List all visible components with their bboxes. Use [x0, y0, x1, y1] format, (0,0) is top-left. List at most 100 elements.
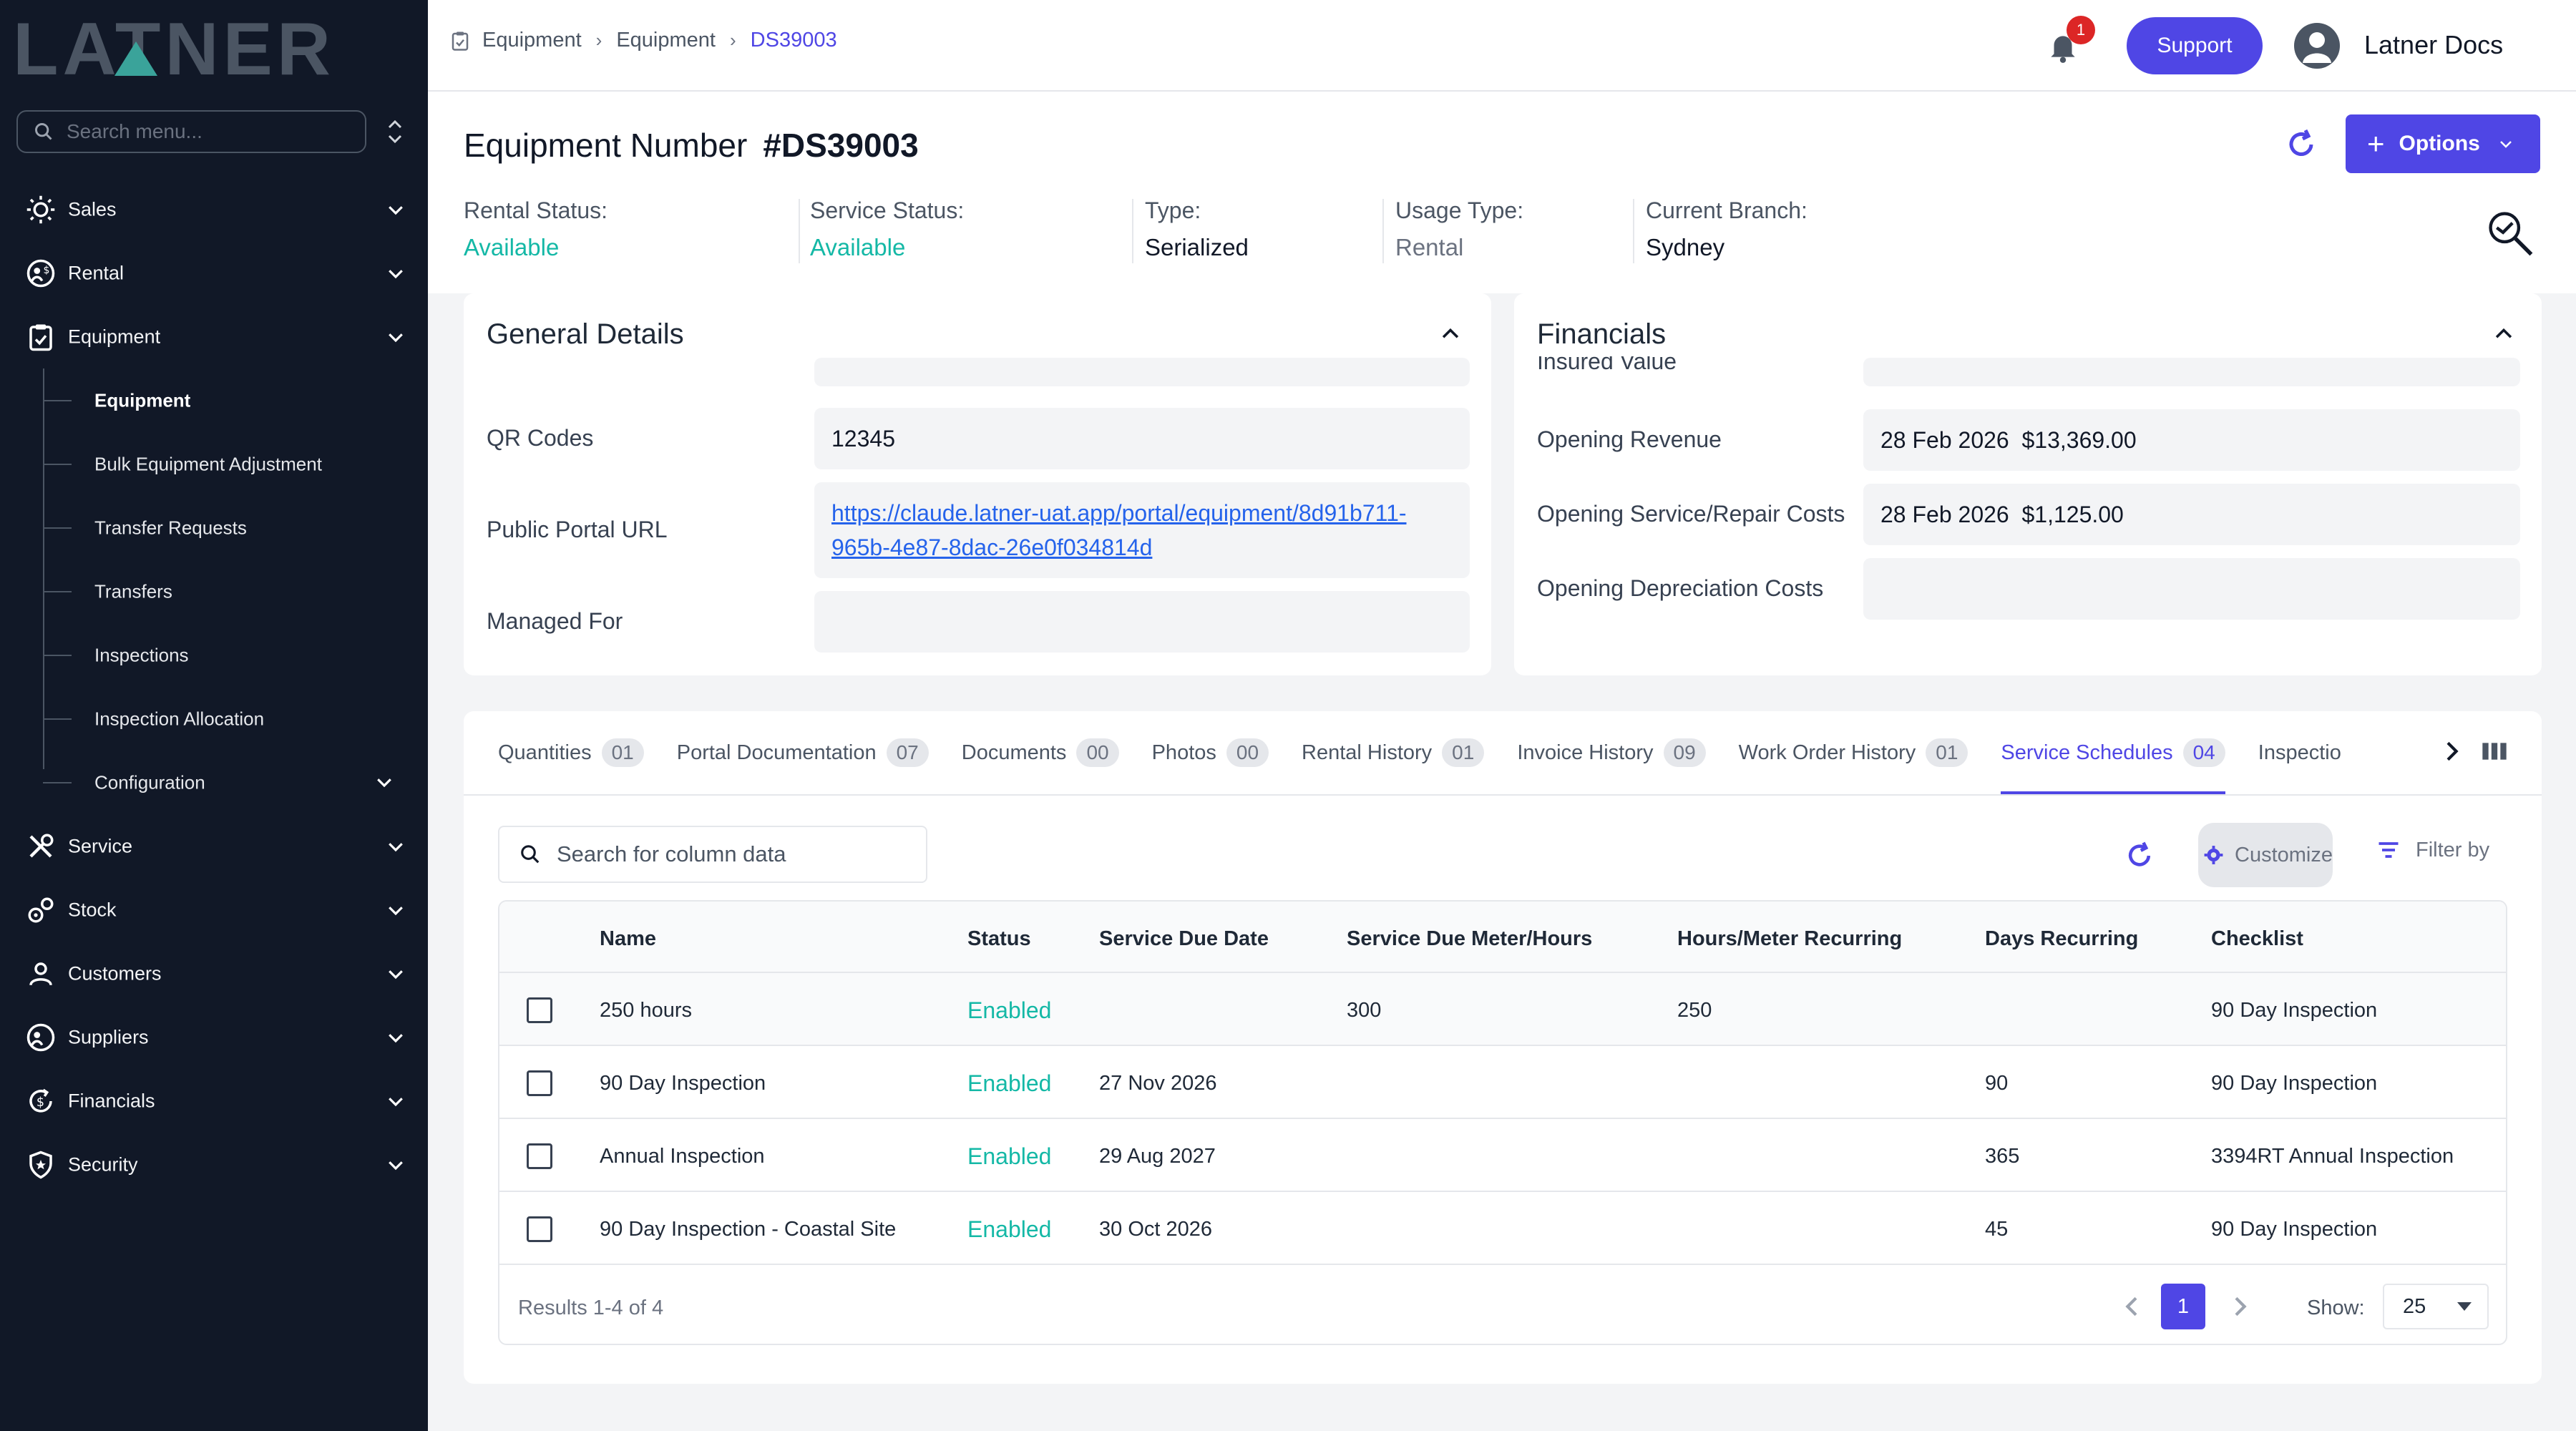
column-header[interactable]: Hours/Meter Recurring: [1677, 927, 1902, 951]
chevron-up-icon[interactable]: [2492, 322, 2516, 346]
chevron-right-icon[interactable]: [2437, 737, 2466, 766]
page-button-current[interactable]: 1: [2161, 1284, 2205, 1329]
columns-icon[interactable]: [2480, 737, 2509, 766]
results-count: Results 1-4 of 4: [518, 1296, 664, 1319]
chevron-right-icon[interactable]: [2225, 1292, 2254, 1321]
column-header[interactable]: Status: [967, 927, 1031, 951]
status-label: Usage Type:: [1395, 197, 1524, 223]
tab-documents[interactable]: Documents 00: [962, 711, 1119, 794]
managed-for-field[interactable]: [814, 591, 1470, 653]
clipboard-icon: [452, 31, 469, 51]
page-size-select[interactable]: 25: [2383, 1284, 2489, 1329]
chevron-down-icon: [2499, 141, 2512, 148]
sidebar-subitem-bulk-equipment-adjustment[interactable]: Bulk Equipment Adjustment: [0, 432, 428, 496]
table-row[interactable]: 90 Day Inspection Enabled 27 Nov 2026 90…: [499, 1046, 2506, 1119]
sidebar-item-rental[interactable]: $ Rental: [0, 241, 428, 305]
options-button[interactable]: + Options: [2346, 114, 2540, 173]
tab-label: Documents: [961, 741, 1067, 764]
service-schedules-table: Name Status Service Due Date Service Due…: [498, 900, 2507, 1345]
breadcrumb-current[interactable]: DS39003: [751, 29, 837, 52]
sidebar-item-suppliers[interactable]: Suppliers: [0, 1005, 428, 1069]
tab-count-badge: 00: [1226, 738, 1269, 767]
sidebar-subitem-configuration[interactable]: Configuration: [0, 751, 428, 814]
sales-icon: [26, 195, 55, 223]
opening-depreciation-costs-field[interactable]: [1863, 558, 2520, 620]
sidebar-item-stock[interactable]: Stock: [0, 878, 428, 942]
table-row[interactable]: 250 hours Enabled 300 250 90 Day Inspect…: [499, 973, 2506, 1046]
tab-portal-documentation[interactable]: Portal Documentation 07: [677, 711, 929, 794]
refresh-icon[interactable]: [2284, 127, 2318, 162]
sidebar-item-sales[interactable]: Sales: [0, 177, 428, 241]
table-row[interactable]: 90 Day Inspection - Coastal Site Enabled…: [499, 1192, 2506, 1265]
chevron-down-icon: [389, 906, 403, 915]
sidebar-item-financials[interactable]: $ Financials: [0, 1069, 428, 1133]
chevron-left-icon[interactable]: [2118, 1292, 2147, 1321]
chevron-up-icon[interactable]: [1438, 322, 1463, 346]
sidebar-item-customers[interactable]: Customers: [0, 942, 428, 1005]
tab-inspections[interactable]: Inspectio: [2258, 711, 2366, 794]
public-portal-url-link[interactable]: https://claude.latner-uat.app/portal/equ…: [831, 496, 1407, 565]
breadcrumb-item[interactable]: Equipment: [616, 29, 716, 52]
collapse-icon[interactable]: [384, 114, 406, 149]
sidebar-item-service[interactable]: Service: [0, 814, 428, 878]
sidebar-subitem-inspection-allocation[interactable]: Inspection Allocation: [0, 687, 428, 751]
avatar[interactable]: [2294, 23, 2340, 69]
table-row[interactable]: Annual Inspection Enabled 29 Aug 2027 36…: [499, 1119, 2506, 1192]
sidebar-subitem-transfer-requests[interactable]: Transfer Requests: [0, 496, 428, 560]
tab-quantities[interactable]: Quantities 01: [498, 711, 644, 794]
page-size-value: 25: [2403, 1294, 2426, 1318]
status-label: Rental Status:: [464, 197, 608, 223]
rental-status: Rental Status: Available: [464, 197, 608, 269]
opening-service-costs-field[interactable]: 28 Feb 2026 $1,125.00: [1863, 484, 2520, 545]
sidebar-item-label: Financials: [68, 1090, 155, 1111]
sidebar-item-equipment[interactable]: Equipment: [0, 305, 428, 368]
opening-service-costs-value: 28 Feb 2026 $1,125.00: [1880, 501, 2124, 527]
field-label: Managed For: [487, 608, 623, 634]
sidebar-item-security[interactable]: Security: [0, 1133, 428, 1196]
chevron-right-icon: ›: [595, 29, 602, 51]
equipment-number: #DS39003: [763, 127, 919, 164]
cell-status: Enabled: [967, 1216, 1052, 1242]
search-icon[interactable]: [2486, 209, 2536, 259]
qr-codes-field[interactable]: 12345: [814, 408, 1470, 469]
column-header[interactable]: Days Recurring: [1985, 927, 2138, 951]
tab-service-schedules[interactable]: Service Schedules 04: [2001, 711, 2226, 794]
status-value: Rental: [1395, 234, 1464, 260]
options-label: Options: [2399, 132, 2480, 155]
breadcrumb-item[interactable]: Equipment: [482, 29, 582, 52]
customize-button[interactable]: Customize: [2198, 823, 2333, 887]
column-header[interactable]: Service Due Date: [1099, 927, 1269, 951]
row-checkbox[interactable]: [527, 997, 552, 1023]
menu-search-placeholder: Search menu...: [67, 120, 203, 142]
column-header[interactable]: Name: [600, 927, 656, 951]
tab-photos[interactable]: Photos 00: [1152, 711, 1269, 794]
tab-invoice-history[interactable]: Invoice History 09: [1517, 711, 1706, 794]
column-search-input[interactable]: Search for column data: [498, 826, 927, 883]
field-label: QR Codes: [487, 425, 594, 451]
user-name[interactable]: Latner Docs: [2364, 30, 2503, 60]
column-header[interactable]: Service Due Meter/Hours: [1347, 927, 1592, 951]
sidebar-subitem-equipment[interactable]: Equipment: [0, 368, 428, 432]
refresh-icon[interactable]: [2124, 840, 2155, 871]
column-header[interactable]: Checklist: [2211, 927, 2303, 951]
latner-logo[interactable]: LATNER: [13, 13, 403, 84]
sidebar-subitem-label: Inspection Allocation: [94, 708, 265, 729]
sidebar-subitem-transfers[interactable]: Transfers: [0, 560, 428, 623]
row-checkbox[interactable]: [527, 1216, 552, 1242]
tab-rental-history[interactable]: Rental History 01: [1302, 711, 1485, 794]
chevron-down-icon: [389, 1033, 403, 1042]
opening-revenue-field[interactable]: 28 Feb 2026 $13,369.00: [1863, 409, 2520, 471]
service-schedules-panel: Quantities 01 Portal Documentation 07 Docu…: [464, 711, 2542, 1384]
chevron-down-icon: [389, 333, 403, 342]
support-button[interactable]: Support: [2127, 17, 2263, 74]
sidebar-subitem-inspections[interactable]: Inspections: [0, 623, 428, 687]
row-checkbox[interactable]: [527, 1070, 552, 1096]
stock-icon: [28, 897, 54, 922]
filter-button[interactable]: Filter by: [2376, 837, 2489, 863]
cell-name: Annual Inspection: [600, 1145, 765, 1168]
menu-search-input[interactable]: Search menu...: [16, 110, 366, 153]
status-label: Type:: [1145, 197, 1201, 223]
filter-label: Filter by: [2416, 838, 2490, 861]
row-checkbox[interactable]: [527, 1143, 552, 1169]
tab-work-order-history[interactable]: Work Order History 01: [1739, 711, 1968, 794]
